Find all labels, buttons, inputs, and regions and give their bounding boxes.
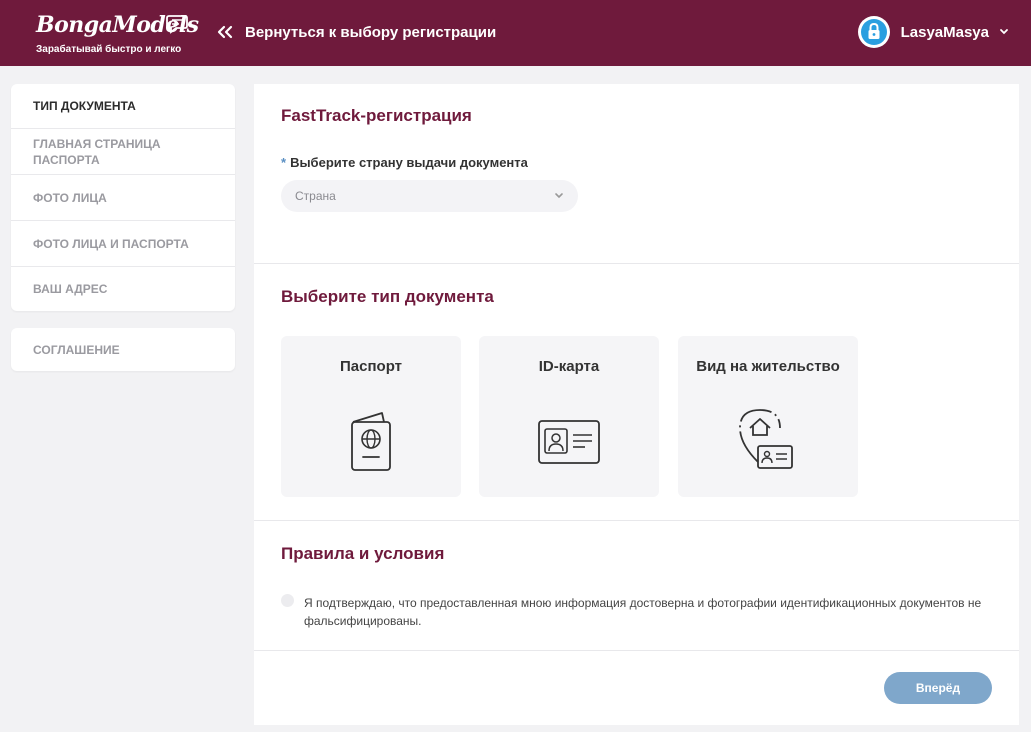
residence-permit-icon (739, 409, 793, 469)
terms-text: Я подтверждаю, что предоставленная мною … (304, 596, 982, 628)
terms-title: Правила и условия (281, 544, 445, 563)
step-label: ФОТО ЛИЦА (33, 190, 107, 205)
chat-bubble-icon (166, 15, 188, 34)
id-card-icon (538, 420, 600, 464)
terms-checkbox[interactable] (281, 594, 294, 607)
step-label: ТИП ДОКУМЕНТА (33, 99, 136, 113)
country-select[interactable]: Страна (281, 180, 578, 212)
step-document-type[interactable]: ТИП ДОКУМЕНТА (11, 84, 235, 129)
fasttrack-title: FastTrack-регистрация (281, 106, 472, 125)
id-card-card[interactable]: ID-карта (479, 336, 659, 497)
step-label: ГЛАВНАЯ СТРАНИЦА ПАСПОРТА (33, 136, 161, 167)
lock-avatar-icon (857, 16, 890, 48)
document-label: ID-карта (538, 358, 600, 375)
logo[interactable]: BongaModels Зарабатывай быстро и легко (36, 12, 199, 58)
user-menu[interactable]: LasyaMasya (857, 15, 1009, 49)
chevron-down-icon (1000, 29, 1008, 35)
step-label: СОГЛАШЕНИЕ (33, 342, 120, 357)
document-label: Вид на жительство (696, 358, 840, 375)
back-to-registration-link[interactable]: Вернуться к выбору регистрации (217, 22, 496, 42)
step-your-address[interactable]: ВАШ АДРЕС (11, 267, 235, 311)
step-label: ВАШ АДРЕС (33, 282, 108, 296)
registration-steps: ТИП ДОКУМЕНТА ГЛАВНАЯ СТРАНИЦА ПАСПОРТА … (11, 84, 235, 311)
agreement-group: СОГЛАШЕНИЕ (11, 328, 235, 371)
country-field-label: * Выберите страну выдачи документа (281, 155, 528, 170)
back-label: Вернуться к выбору регистрации (245, 23, 497, 41)
next-button[interactable]: Вперёд (884, 672, 992, 704)
residence-permit-card[interactable]: Вид на жительство (678, 336, 858, 497)
divider (254, 650, 1019, 651)
step-face-and-passport-photo[interactable]: ФОТО ЛИЦА И ПАСПОРТА (11, 221, 235, 267)
document-type-title: Выберите тип документа (281, 287, 494, 306)
chevron-down-icon (555, 193, 563, 199)
step-face-photo[interactable]: ФОТО ЛИЦА (11, 175, 235, 221)
registration-form: FastTrack-регистрация * Выберите страну в… (254, 84, 1019, 725)
country-select-placeholder: Страна (295, 189, 336, 203)
step-label: ФОТО ЛИЦА И ПАСПОРТА (33, 236, 189, 251)
double-chevron-left-icon (217, 25, 233, 39)
divider (254, 520, 1019, 521)
step-agreement[interactable]: СОГЛАШЕНИЕ (11, 328, 235, 371)
passport-card[interactable]: Паспорт (281, 336, 461, 497)
document-label: Паспорт (340, 358, 402, 375)
next-button-label: Вперёд (915, 681, 961, 695)
top-bar: BongaModels Зарабатывай быстро и легко В… (0, 0, 1031, 66)
step-passport-main-page[interactable]: ГЛАВНАЯ СТРАНИЦА ПАСПОРТА (11, 129, 235, 175)
country-label-text: Выберите страну выдачи документа (290, 155, 528, 170)
divider (254, 263, 1019, 264)
passport-icon (351, 412, 391, 471)
logo-tagline: Зарабатывай быстро и легко (36, 44, 182, 55)
username: LasyaMasya (900, 23, 989, 41)
required-star: * (281, 155, 287, 170)
